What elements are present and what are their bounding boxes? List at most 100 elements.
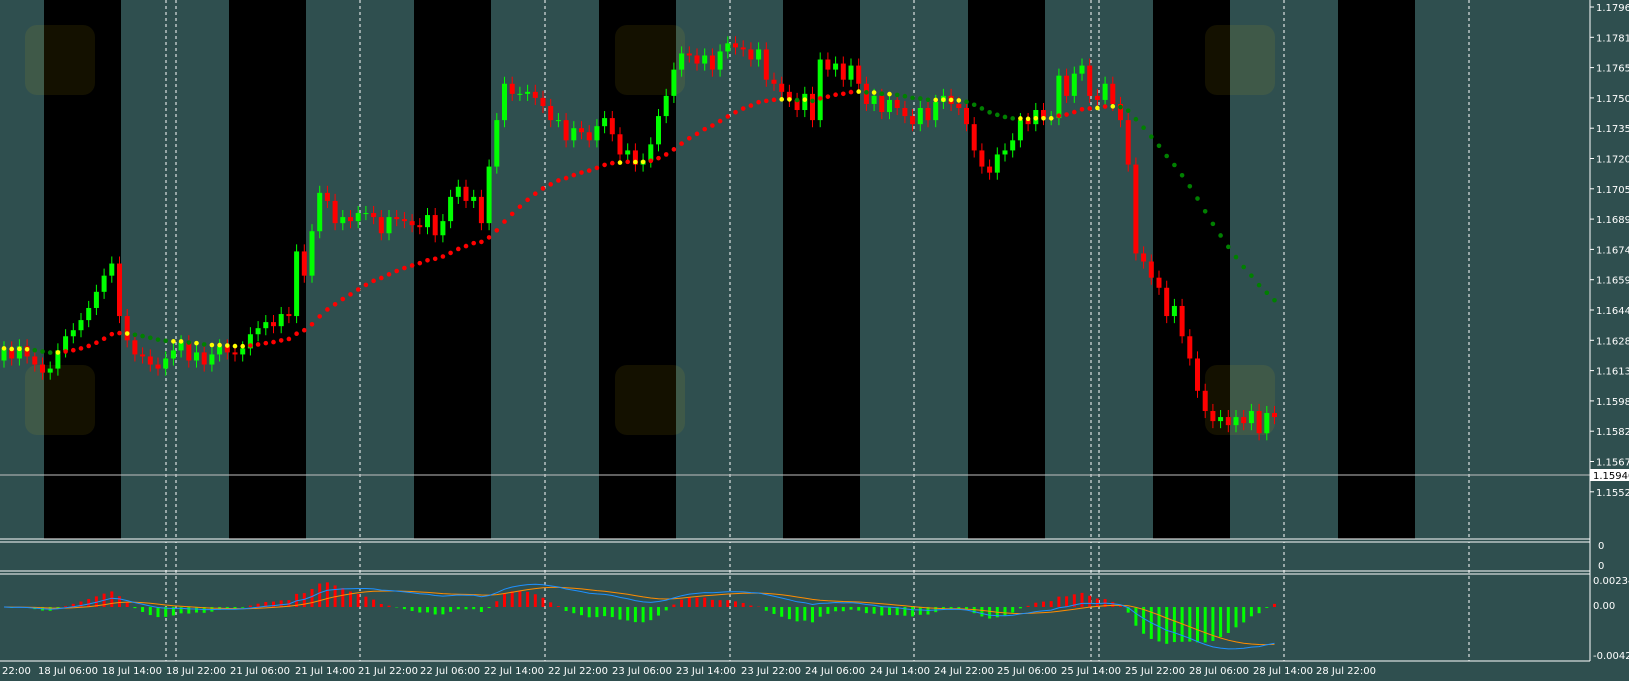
candle-body[interactable]	[386, 217, 392, 234]
candle-body[interactable]	[1202, 390, 1208, 411]
candle-body[interactable]	[301, 251, 307, 276]
candle-body[interactable]	[1071, 73, 1077, 96]
candle-body[interactable]	[294, 251, 300, 317]
candle-body[interactable]	[494, 120, 500, 167]
candle-body[interactable]	[594, 126, 600, 141]
candle-body[interactable]	[32, 356, 38, 365]
candle-body[interactable]	[1256, 411, 1262, 434]
candle-body[interactable]	[1233, 417, 1239, 426]
candle-body[interactable]	[563, 120, 569, 141]
candle-body[interactable]	[733, 43, 738, 48]
candle-body[interactable]	[694, 55, 700, 64]
candle-body[interactable]	[917, 108, 923, 125]
candle-body[interactable]	[1171, 305, 1177, 317]
candle-body[interactable]	[502, 83, 507, 121]
candle-body[interactable]	[378, 217, 384, 234]
candle-body[interactable]	[355, 213, 361, 222]
candle-body[interactable]	[47, 368, 53, 373]
candle-body[interactable]	[1079, 65, 1085, 74]
candle-body[interactable]	[194, 352, 199, 361]
candle-body[interactable]	[748, 49, 754, 60]
candle-body[interactable]	[779, 83, 785, 92]
candle-body[interactable]	[147, 356, 153, 365]
candle-body[interactable]	[848, 65, 854, 80]
candle-body[interactable]	[371, 213, 377, 218]
candle-body[interactable]	[478, 196, 484, 224]
candle-body[interactable]	[1148, 261, 1154, 278]
candle-body[interactable]	[517, 93, 523, 95]
candle-body[interactable]	[1264, 413, 1270, 434]
candle-body[interactable]	[1156, 277, 1162, 288]
candle-body[interactable]	[702, 55, 708, 64]
candle-body[interactable]	[1187, 336, 1193, 359]
candle-body[interactable]	[286, 314, 292, 317]
candle-body[interactable]	[756, 49, 762, 60]
candle-body[interactable]	[810, 93, 815, 121]
candle-body[interactable]	[70, 330, 76, 337]
candle-body[interactable]	[1064, 75, 1070, 96]
candle-body[interactable]	[463, 186, 469, 201]
candle-body[interactable]	[401, 219, 407, 222]
candle-body[interactable]	[571, 128, 577, 141]
candle-body[interactable]	[1141, 253, 1147, 262]
candle-body[interactable]	[663, 95, 669, 117]
candle-body[interactable]	[1218, 417, 1224, 422]
candle-body[interactable]	[1179, 305, 1185, 337]
candle-body[interactable]	[740, 47, 746, 50]
candle-body[interactable]	[340, 217, 346, 224]
candle-body[interactable]	[448, 196, 454, 222]
candle-body[interactable]	[540, 97, 546, 106]
candle-body[interactable]	[763, 49, 769, 80]
candle-body[interactable]	[709, 55, 715, 70]
candle-body[interactable]	[117, 263, 122, 317]
candle-body[interactable]	[278, 314, 284, 327]
candle-body[interactable]	[124, 316, 130, 341]
candle-body[interactable]	[1248, 411, 1254, 424]
candle-body[interactable]	[363, 213, 369, 215]
candle-body[interactable]	[425, 215, 430, 228]
candle-body[interactable]	[579, 128, 584, 133]
candle-body[interactable]	[486, 166, 492, 224]
candle-body[interactable]	[525, 91, 531, 94]
candle-body[interactable]	[833, 63, 839, 70]
candle-body[interactable]	[1272, 413, 1277, 418]
candle-body[interactable]	[1017, 120, 1023, 141]
candle-body[interactable]	[86, 307, 92, 321]
candle-body[interactable]	[1094, 95, 1100, 100]
candle-body[interactable]	[856, 65, 862, 84]
candle-body[interactable]	[825, 59, 831, 70]
candle-body[interactable]	[271, 322, 276, 327]
candle-body[interactable]	[725, 43, 731, 52]
candle-body[interactable]	[332, 200, 338, 224]
candle-body[interactable]	[209, 354, 215, 365]
candle-body[interactable]	[1110, 83, 1116, 104]
candle-body[interactable]	[887, 99, 892, 113]
candle-body[interactable]	[109, 263, 115, 276]
candle-body[interactable]	[132, 340, 138, 355]
candle-body[interactable]	[263, 322, 269, 329]
candle-body[interactable]	[1056, 75, 1062, 119]
candle-body[interactable]	[817, 59, 823, 121]
candle-body[interactable]	[964, 108, 969, 125]
candle-body[interactable]	[155, 364, 161, 369]
candle-body[interactable]	[555, 120, 561, 122]
candle-body[interactable]	[1241, 417, 1247, 424]
candle-body[interactable]	[979, 150, 985, 167]
candle-body[interactable]	[1125, 120, 1131, 165]
candle-body[interactable]	[717, 51, 723, 70]
candle-body[interactable]	[1087, 65, 1093, 96]
candle-body[interactable]	[671, 69, 677, 96]
candle-body[interactable]	[1010, 140, 1016, 151]
candle-body[interactable]	[994, 154, 1000, 173]
candle-body[interactable]	[509, 83, 515, 94]
candle-body[interactable]	[432, 215, 438, 236]
candle-body[interactable]	[933, 101, 939, 121]
candle-body[interactable]	[140, 354, 146, 357]
candle-body[interactable]	[656, 116, 661, 145]
candle-body[interactable]	[324, 192, 330, 201]
candle-body[interactable]	[625, 150, 631, 155]
candle-body[interactable]	[394, 217, 400, 220]
candle-body[interactable]	[93, 291, 99, 308]
candle-body[interactable]	[201, 352, 207, 365]
candle-body[interactable]	[871, 95, 877, 104]
